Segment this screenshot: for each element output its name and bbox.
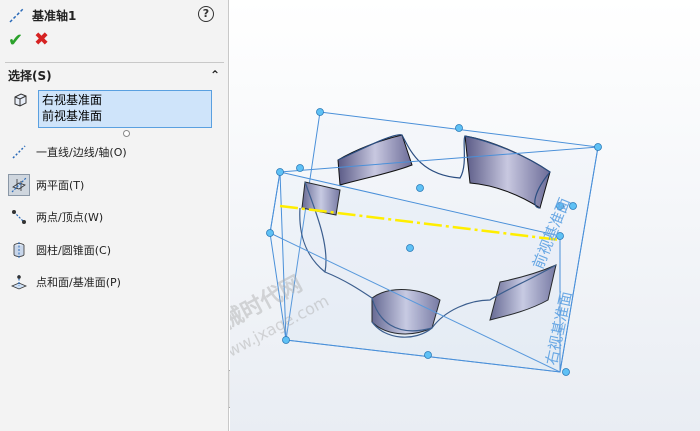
point-face-icon[interactable]: [8, 271, 30, 293]
chevron-up-icon[interactable]: ⌃: [210, 68, 220, 82]
cylinder-cone-icon[interactable]: [8, 239, 30, 261]
selection-list[interactable]: 右视基准面 前视基准面: [38, 90, 212, 128]
ok-button[interactable]: ✔: [8, 32, 23, 50]
plane-selection-icon: [14, 93, 27, 107]
feature-title-row: 基准轴1: [8, 6, 76, 24]
property-manager: 基准轴1 ? ✔ ✖ 选择(S) ⌃ 右视基准面 前视基准面 一直线/边线/轴(…: [0, 0, 229, 431]
option-key: (P): [105, 276, 121, 289]
option-key: (C): [94, 244, 111, 257]
option-label: 圆柱/圆锥面: [36, 244, 95, 257]
option-key: (O): [109, 146, 127, 159]
selection-section-header[interactable]: 选择(S) ⌃: [8, 66, 220, 84]
axis-feature-icon: [9, 7, 25, 23]
option-two-points[interactable]: 两点/顶点(W): [8, 206, 103, 228]
selection-header-label: 选择(S): [8, 68, 52, 83]
option-cylinder-cone[interactable]: 圆柱/圆锥面(C): [8, 239, 111, 261]
cancel-button[interactable]: ✖: [34, 31, 49, 49]
option-label: 两平面: [36, 179, 69, 192]
option-label: 点和面/基准面: [36, 276, 106, 289]
model-view[interactable]: 前视基准面 右视基准面: [230, 0, 700, 431]
list-resize-handle[interactable]: [123, 130, 130, 137]
two-planes-icon[interactable]: [8, 174, 30, 196]
option-key: (W): [83, 211, 104, 224]
two-points-icon[interactable]: [8, 206, 30, 228]
option-point-face[interactable]: 点和面/基准面(P): [8, 271, 121, 293]
divider: [5, 62, 224, 63]
selection-item[interactable]: 右视基准面: [42, 92, 208, 108]
help-icon[interactable]: ?: [198, 6, 214, 22]
option-line-edge-axis[interactable]: 一直线/边线/轴(O): [8, 141, 127, 163]
option-label: 一直线/边线/轴: [36, 146, 110, 159]
option-two-planes[interactable]: 两平面(T): [8, 174, 84, 196]
line-edge-axis-icon[interactable]: [8, 141, 30, 163]
option-label: 两点/顶点: [36, 211, 84, 224]
graphics-area[interactable]: 前视基准面 右视基准面 机械时代网 www.jxage.com: [230, 0, 700, 431]
feature-title: 基准轴1: [32, 8, 77, 23]
selection-item[interactable]: 前视基准面: [42, 108, 208, 124]
option-key: (T): [69, 179, 85, 192]
